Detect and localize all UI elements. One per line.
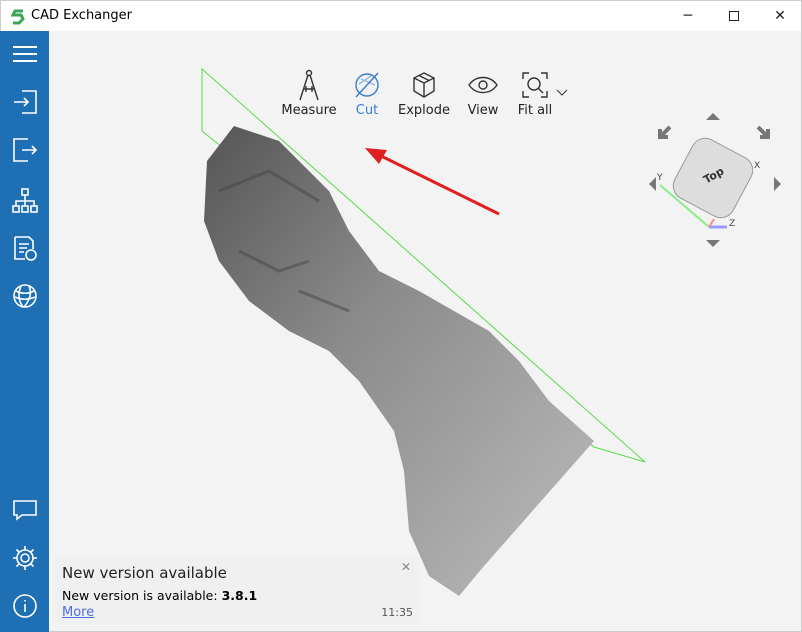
notification-time: 11:35 [381, 606, 413, 619]
feedback-button[interactable] [10, 495, 40, 525]
cut-label: Cut [355, 103, 379, 118]
info-icon [13, 594, 37, 618]
axis-y-label: Y [657, 173, 663, 183]
axis-x-label: X [754, 161, 761, 171]
close-notification-icon[interactable]: ✕ [401, 560, 411, 574]
properties-icon [14, 236, 37, 261]
view-label: View [467, 103, 499, 118]
app-logo-icon [11, 9, 25, 25]
maximize-icon [729, 11, 739, 21]
sidebar [0, 31, 49, 632]
compass-icon [299, 69, 319, 101]
menu-button[interactable] [10, 39, 40, 69]
rotate-right-icon[interactable] [774, 177, 781, 191]
explode-label: Explode [398, 103, 450, 118]
cut-icon [355, 72, 379, 98]
fit-all-button[interactable]: Fit all [515, 67, 555, 118]
settings-icon [13, 546, 37, 570]
menu-icon [13, 46, 37, 62]
info-button[interactable] [10, 591, 40, 621]
import-icon [14, 90, 37, 114]
fit-all-icon [522, 72, 548, 98]
export-icon [13, 138, 38, 162]
update-notification: New version available ✕ New version is a… [53, 558, 419, 624]
web-icon [13, 284, 37, 308]
close-icon: ✕ [774, 8, 786, 24]
eye-icon [468, 76, 498, 94]
roll-right-icon[interactable] [756, 125, 770, 139]
rotate-left-icon[interactable] [649, 177, 656, 191]
annotation-arrow [378, 153, 500, 216]
cube-icon [413, 72, 435, 98]
notification-version: 3.8.1 [221, 588, 258, 603]
explode-button[interactable]: Explode [397, 67, 451, 118]
minimize-icon: ─ [683, 8, 693, 24]
minimize-button[interactable]: ─ [665, 1, 711, 31]
notification-body-text: New version is available: [62, 588, 222, 603]
title-bar: CAD Exchanger ─ ✕ [0, 0, 802, 31]
properties-button[interactable] [10, 233, 40, 263]
measure-label: Measure [281, 103, 337, 118]
web-button[interactable] [10, 281, 40, 311]
3d-model [204, 126, 594, 596]
3d-viewport[interactable]: Measure Cut Explode View Fit all Top X Y… [49, 31, 802, 632]
more-link[interactable]: More [62, 605, 94, 620]
cut-button[interactable]: Cut [347, 67, 387, 118]
settings-button[interactable] [10, 543, 40, 573]
structure-button[interactable] [10, 185, 40, 215]
chevron-down-icon[interactable] [556, 89, 568, 97]
view-cube[interactable]: Top X Y Z [640, 105, 790, 255]
notification-body: New version is available: 3.8.1 [62, 588, 257, 603]
close-button[interactable]: ✕ [757, 1, 802, 31]
notification-title: New version available [62, 564, 227, 582]
import-button[interactable] [10, 87, 40, 117]
export-button[interactable] [10, 135, 40, 165]
maximize-button[interactable] [711, 1, 757, 31]
axis-z-label: Z [729, 219, 736, 229]
fit-all-label: Fit all [517, 103, 553, 118]
feedback-icon [13, 500, 37, 521]
rotate-down-icon[interactable] [706, 240, 720, 247]
rotate-up-icon[interactable] [706, 113, 720, 120]
measure-button[interactable]: Measure [281, 67, 337, 118]
window-title: CAD Exchanger [31, 8, 132, 23]
roll-left-icon[interactable] [658, 125, 672, 139]
structure-icon [12, 188, 38, 213]
view-button[interactable]: View [461, 67, 505, 118]
